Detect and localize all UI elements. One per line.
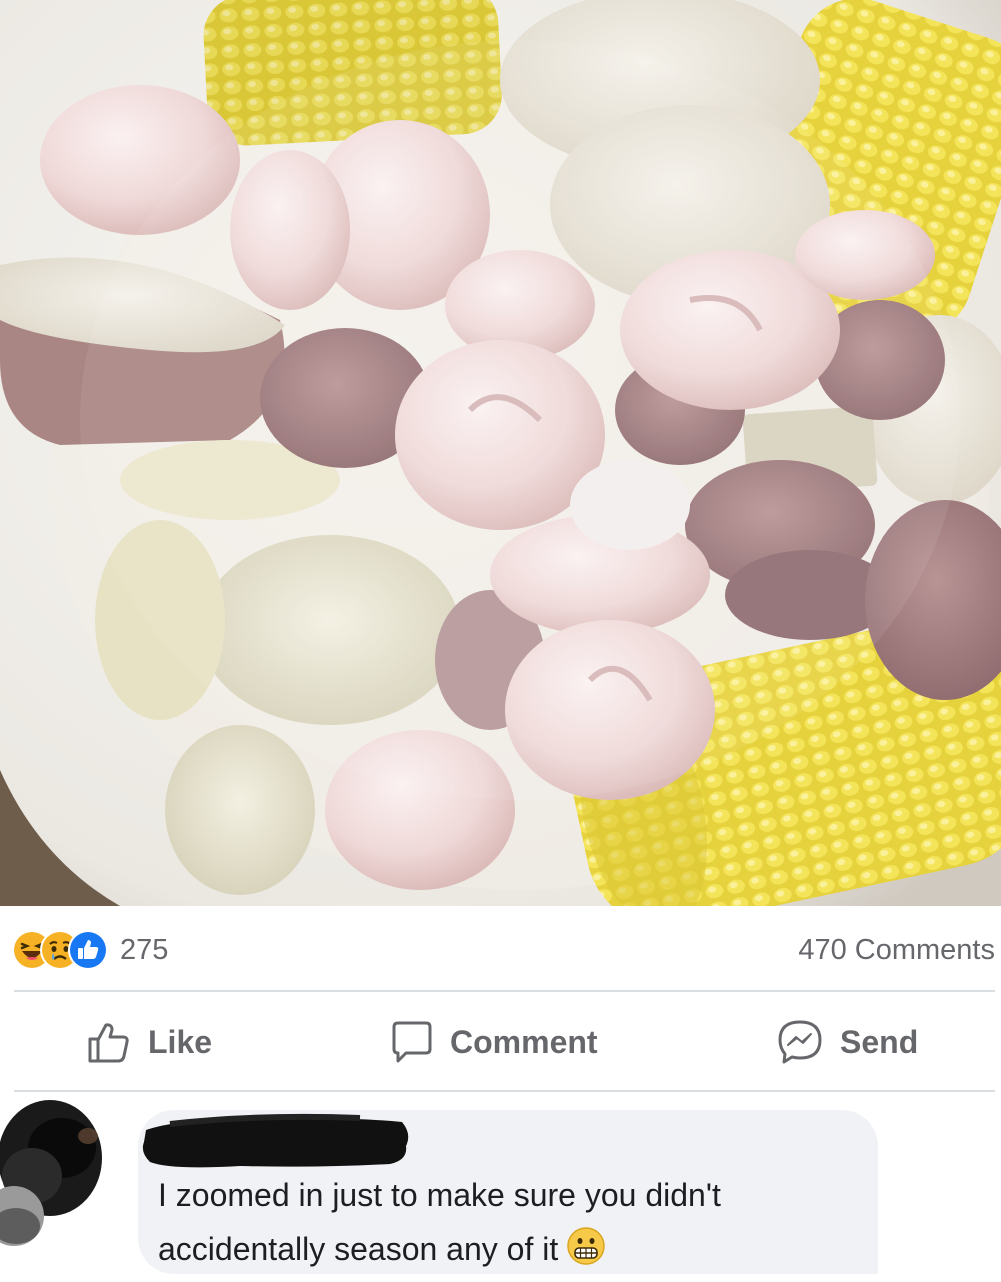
comment-body: I zoomed in just to make sure you didn't… — [158, 1177, 721, 1267]
reaction-summary[interactable]: 275 — [12, 928, 168, 972]
comment-label: Comment — [450, 1023, 598, 1060]
send-button[interactable]: Send — [776, 1018, 918, 1066]
avatar-icon — [0, 1096, 112, 1246]
post-action-bar: Like Comment Send — [0, 992, 1001, 1092]
food-photo-icon — [0, 0, 1001, 906]
reaction-count[interactable]: 275 — [120, 928, 168, 972]
divider — [14, 1090, 995, 1092]
comment-button[interactable]: Comment — [388, 1018, 598, 1066]
post-stats: 275 470 Comments — [0, 906, 1001, 988]
comment-count[interactable]: 470 Comments — [798, 928, 995, 972]
commenter-avatar[interactable] — [0, 1096, 112, 1246]
redacted-author-name — [142, 1113, 409, 1168]
comment-text: I zoomed in just to make sure you didn't… — [158, 1168, 868, 1282]
speech-bubble-icon — [392, 1021, 432, 1063]
post-photo[interactable] — [0, 0, 1001, 906]
messenger-icon — [778, 1020, 822, 1064]
like-label: Like — [148, 1023, 213, 1060]
like-reaction-icon — [68, 930, 108, 970]
send-label: Send — [840, 1023, 919, 1060]
thumbs-up-icon — [88, 1023, 129, 1063]
like-button[interactable]: Like — [86, 1018, 212, 1066]
comment-bubble[interactable]: I zoomed in just to make sure you didn't… — [138, 1110, 878, 1274]
